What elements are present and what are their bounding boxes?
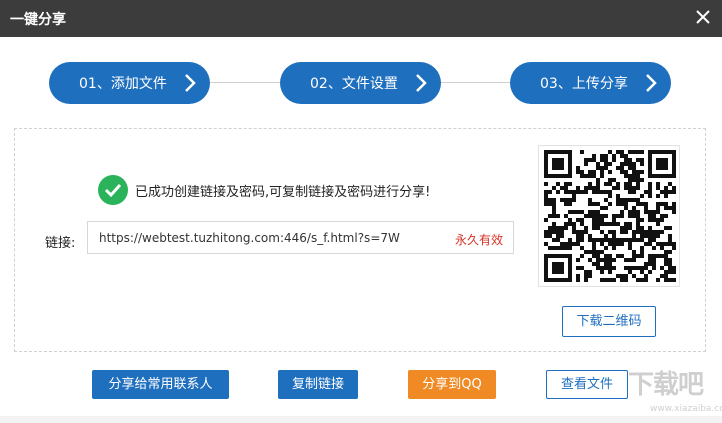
step-add-files[interactable]: 01、添加文件 bbox=[49, 62, 210, 104]
close-icon[interactable] bbox=[694, 8, 712, 26]
window-title: 一键分享 bbox=[10, 12, 66, 28]
step-upload-share[interactable]: 03、上传分享 bbox=[510, 62, 671, 104]
link-validity: 永久有效 bbox=[454, 233, 503, 247]
step-file-settings[interactable]: 02、文件设置 bbox=[280, 62, 441, 104]
qr-code bbox=[538, 145, 680, 287]
step-connector bbox=[210, 82, 280, 83]
watermark-text: 下载吧 bbox=[628, 370, 704, 400]
watermark-subtext: www.xiazaiba.com bbox=[650, 404, 722, 414]
chevron-right-icon bbox=[645, 73, 657, 93]
chevron-right-icon bbox=[415, 73, 427, 93]
success-check-icon bbox=[98, 175, 128, 205]
success-message: 已成功创建链接及密码,可复制链接及密码进行分享! bbox=[135, 185, 431, 200]
bottom-edge bbox=[0, 416, 722, 423]
chevron-right-icon bbox=[184, 73, 196, 93]
step-label: 02、文件设置 bbox=[310, 76, 398, 92]
share-link-url[interactable]: https://webtest.tuzhitong.com:446/s_f.ht… bbox=[99, 231, 400, 245]
site-watermark: 下载吧 www.xiazaiba.com bbox=[620, 362, 722, 420]
step-label: 03、上传分享 bbox=[540, 76, 628, 92]
link-label: 链接: bbox=[45, 236, 76, 251]
share-link-field[interactable]: https://webtest.tuzhitong.com:446/s_f.ht… bbox=[87, 221, 514, 254]
share-to-contacts-button[interactable]: 分享给常用联系人 bbox=[92, 370, 229, 399]
share-to-qq-button[interactable]: 分享到QQ bbox=[408, 370, 496, 399]
copy-link-button[interactable]: 复制链接 bbox=[278, 370, 358, 399]
step-label: 01、添加文件 bbox=[79, 76, 167, 92]
qr-code-image bbox=[544, 150, 676, 282]
view-file-button[interactable]: 查看文件 bbox=[546, 370, 628, 399]
step-connector bbox=[441, 82, 510, 83]
title-bar: 一键分享 bbox=[0, 0, 722, 37]
download-qr-button[interactable]: 下载二维码 bbox=[562, 306, 656, 337]
